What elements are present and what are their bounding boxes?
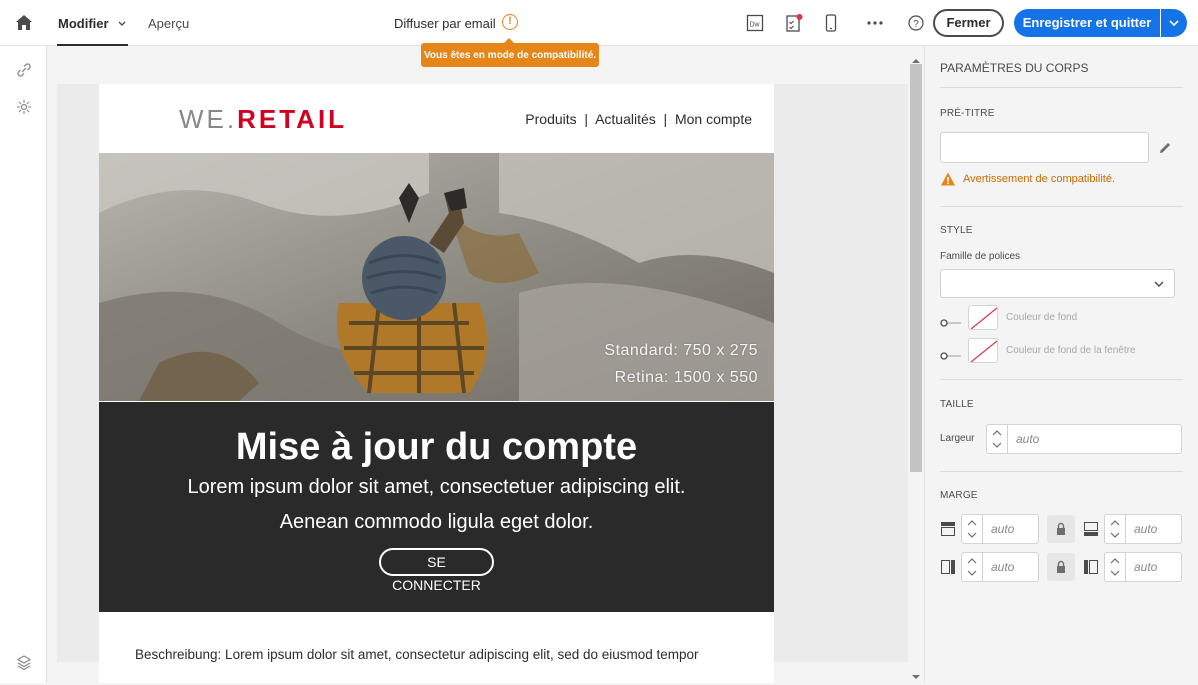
- margin-bottom-icon: [1083, 521, 1099, 537]
- hero-caption-retina: Retina: 1500 x 550: [614, 369, 758, 386]
- margin-bottom-input[interactable]: auto: [1126, 514, 1182, 544]
- account-update-block[interactable]: Mise à jour du compte Lorem ipsum dolor …: [99, 402, 774, 612]
- chevron-down-icon: [1169, 20, 1179, 27]
- lock-horizontal-button[interactable]: [1047, 553, 1075, 581]
- svg-text:?: ?: [913, 19, 919, 30]
- more-icon[interactable]: [865, 13, 885, 33]
- width-stepper[interactable]: [986, 424, 1008, 454]
- email-description: Beschreibung: Lorem ipsum dolor sit amet…: [135, 647, 699, 662]
- width-input[interactable]: auto: [1008, 424, 1182, 454]
- page-title: Diffuser par email: [394, 16, 496, 31]
- compatibility-warning: Avertissement de compatibilité.: [963, 173, 1116, 185]
- compatibility-tooltip: Vous êtes en mode de compatibilité.: [421, 38, 599, 67]
- pretitle-input[interactable]: [940, 132, 1149, 163]
- save-options-dropdown[interactable]: [1161, 9, 1187, 37]
- dreamweaver-icon[interactable]: Dw: [745, 13, 765, 33]
- connect-button-label-2: CONNECTER: [392, 577, 481, 593]
- scroll-down-arrow-icon[interactable]: [911, 667, 921, 679]
- divider: [940, 471, 1183, 472]
- layers-icon[interactable]: [14, 652, 34, 672]
- tab-apercu[interactable]: Aperçu: [148, 0, 189, 46]
- font-family-select[interactable]: [940, 269, 1175, 298]
- home-icon[interactable]: [14, 13, 34, 33]
- size-label: TAILLE: [940, 399, 974, 410]
- lock-vertical-button[interactable]: [1047, 515, 1075, 543]
- divider: [940, 87, 1183, 88]
- bg-color-label: Couleur de fond: [1006, 312, 1078, 323]
- window-bg-toggle[interactable]: [940, 347, 962, 360]
- pretitle-label: PRÉ-TITRE: [940, 108, 995, 119]
- warning-icon[interactable]: !: [502, 14, 518, 30]
- top-bar: Modifier Aperçu Diffuser par email ! Dw …: [0, 0, 1198, 46]
- email-body-line-2: Aenean commodo ligula eget dolor.: [279, 511, 594, 533]
- width-label: Largeur: [940, 433, 975, 444]
- warning-triangle-icon: [940, 171, 956, 187]
- save-and-quit-button[interactable]: Enregistrer et quitter: [1014, 9, 1160, 37]
- hero-photo: [99, 153, 774, 401]
- hero-image[interactable]: Standard: 750 x 275 Retina: 1500 x 550: [99, 153, 774, 401]
- chevron-down-icon[interactable]: [117, 16, 127, 26]
- divider: [940, 206, 1183, 207]
- tab-modifier[interactable]: Modifier: [58, 0, 109, 46]
- margin-bottom-stepper[interactable]: [1104, 514, 1126, 544]
- email-headline: Mise à jour du compte: [235, 426, 638, 468]
- margin-right-stepper[interactable]: [1104, 552, 1126, 582]
- margin-right-icon: [1083, 559, 1099, 575]
- link-icon[interactable]: [14, 60, 34, 80]
- mobile-preview-icon[interactable]: [821, 13, 841, 33]
- margin-left-stepper[interactable]: [961, 552, 983, 582]
- email-nav[interactable]: Produits | Actualités | Mon compte: [525, 111, 752, 127]
- chevron-down-icon: [1154, 281, 1164, 287]
- pencil-icon[interactable]: [1157, 140, 1173, 156]
- body-settings-panel: PARAMÈTRES DU CORPS PRÉ-TITRE Avertissem…: [924, 46, 1198, 683]
- bg-color-toggle[interactable]: [940, 314, 962, 327]
- logo-we: WE.: [179, 104, 238, 134]
- bg-color-swatch[interactable]: [968, 305, 998, 330]
- margin-top-input[interactable]: auto: [983, 514, 1039, 544]
- margin-left-input[interactable]: auto: [983, 552, 1039, 582]
- checklist-icon[interactable]: [784, 13, 804, 33]
- dw-label: Dw: [750, 22, 761, 29]
- font-family-label: Famille de polices: [940, 251, 1021, 262]
- style-label: STYLE: [940, 225, 973, 236]
- scrollbar-thumb[interactable]: [910, 64, 922, 472]
- help-icon[interactable]: ?: [906, 13, 926, 33]
- lock-icon: [1057, 560, 1065, 573]
- left-rail: [0, 46, 47, 683]
- hero-caption-standard: Standard: 750 x 275: [604, 342, 758, 359]
- divider: [940, 379, 1183, 380]
- lock-icon: [1057, 522, 1065, 535]
- margin-left-icon: [940, 559, 956, 575]
- window-bg-swatch[interactable]: [968, 338, 998, 363]
- connect-button-label-1: SE: [427, 554, 446, 570]
- margin-top-stepper[interactable]: [961, 514, 983, 544]
- margin-top-icon: [940, 521, 956, 537]
- margin-right-input[interactable]: auto: [1126, 552, 1182, 582]
- email-body[interactable]: WE.RETAIL Produits | Actualités | Mon co…: [99, 84, 774, 683]
- email-body-line-1: Lorem ipsum dolor sit amet, consectetuer…: [187, 476, 686, 498]
- logo-retail: RETAIL: [237, 104, 348, 134]
- margin-label: MARGE: [940, 490, 978, 501]
- scroll-up-arrow-icon[interactable]: [911, 51, 921, 63]
- close-button[interactable]: Fermer: [933, 9, 1004, 37]
- panel-title: PARAMÈTRES DU CORPS: [940, 61, 1089, 75]
- window-bg-label: Couleur de fond de la fenêtre: [1006, 345, 1136, 356]
- dynamic-content-icon[interactable]: [14, 97, 34, 117]
- brand-logo[interactable]: WE.RETAIL: [179, 104, 347, 135]
